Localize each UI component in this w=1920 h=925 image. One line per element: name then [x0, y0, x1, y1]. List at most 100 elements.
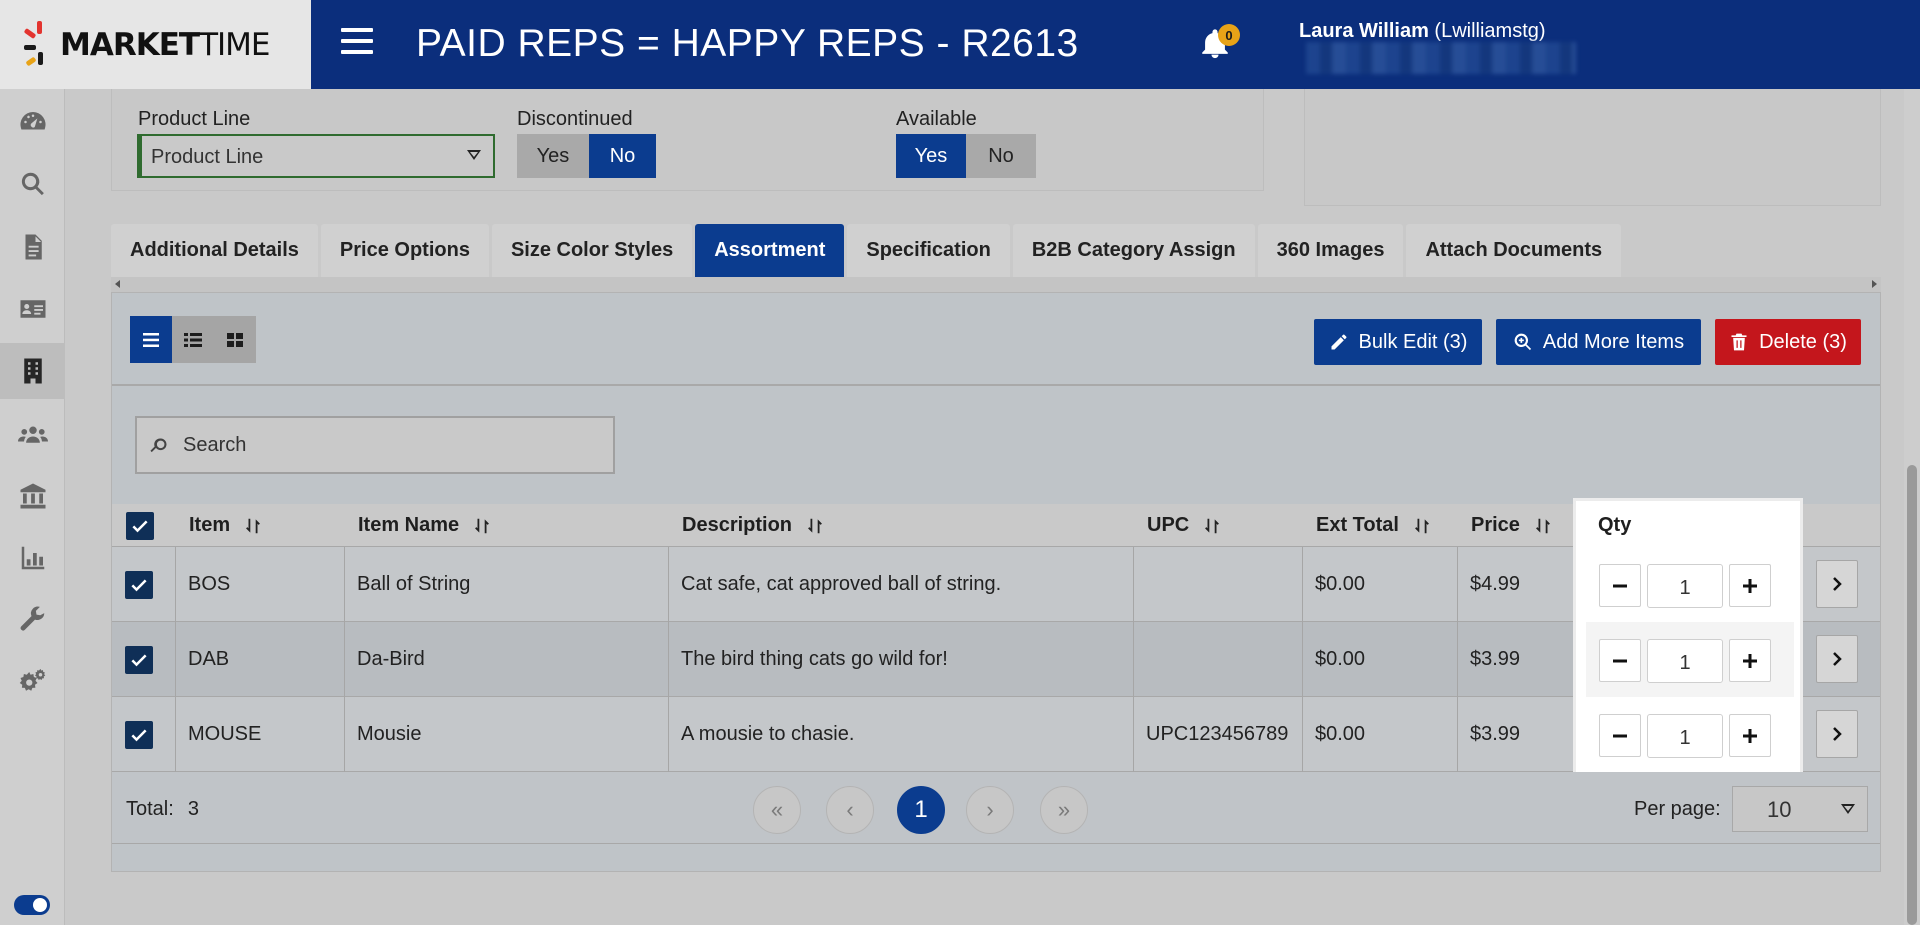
contact-card-icon: [20, 300, 45, 318]
row-checkbox[interactable]: [112, 697, 175, 772]
tab-assortment[interactable]: Assortment: [695, 224, 845, 277]
available-yes-button[interactable]: Yes: [896, 134, 966, 178]
chevron-right-icon: [1833, 577, 1842, 591]
logo[interactable]: MARKETTIME: [0, 0, 311, 89]
gears-icon: [19, 668, 45, 691]
qty-stepper: 1: [1586, 547, 1794, 622]
next-page-button[interactable]: ›: [966, 786, 1014, 834]
chart-icon: [21, 546, 44, 570]
sidebar-item-companies[interactable]: [0, 343, 65, 399]
view-mode-toggle: [130, 316, 256, 363]
tab-additional-details[interactable]: Additional Details: [111, 224, 318, 277]
qty-input[interactable]: 1: [1647, 714, 1723, 758]
row-checkbox[interactable]: [112, 622, 175, 697]
qty-input[interactable]: 1: [1647, 564, 1723, 608]
sidebar-item-contacts[interactable]: [0, 281, 65, 337]
sidebar-item-search[interactable]: [0, 156, 65, 212]
dashboard-icon: [19, 111, 46, 130]
pencil-icon: [1331, 334, 1347, 350]
sort-icon: [1205, 518, 1220, 533]
select-all-checkbox[interactable]: [126, 504, 154, 547]
sidebar-item-dashboard[interactable]: [0, 94, 65, 150]
cell-price: $3.99: [1457, 622, 1577, 697]
chevron-right-icon: [1833, 727, 1842, 741]
page-number-button[interactable]: 1: [897, 786, 945, 834]
dropdown-caret-icon: [1841, 804, 1855, 814]
qty-increment-button[interactable]: [1729, 639, 1771, 682]
sidebar-item-documents[interactable]: [0, 219, 65, 275]
grid-icon: [227, 332, 243, 347]
cell-item-name: Mousie: [344, 697, 668, 772]
sidebar-item-reports[interactable]: [0, 530, 65, 586]
cell-item-name: Da-Bird: [344, 622, 668, 697]
product-line-select[interactable]: Product Line: [137, 134, 495, 178]
per-page-label: Per page:: [1634, 798, 1721, 820]
bulk-edit-button[interactable]: Bulk Edit (3): [1314, 319, 1482, 365]
top-bar: PAID REPS = HAPPY REPS - R2613: [311, 0, 1920, 89]
side-card: [1304, 89, 1881, 206]
tab-price-options[interactable]: Price Options: [320, 224, 489, 277]
first-page-button[interactable]: «: [753, 786, 801, 834]
row-detail-button[interactable]: [1816, 710, 1858, 758]
scrollbar-thumb[interactable]: [1907, 465, 1917, 925]
cell-ext-total: $0.00: [1302, 697, 1457, 772]
tab-b2b-category-assign[interactable]: B2B Category Assign: [1012, 224, 1255, 277]
per-page-select[interactable]: 10: [1732, 786, 1868, 832]
column-price[interactable]: Price: [1471, 504, 1552, 547]
cell-item: MOUSE: [175, 697, 344, 772]
user-info-redacted: [1306, 42, 1576, 74]
qty-input[interactable]: 1: [1647, 639, 1723, 683]
delete-button[interactable]: Delete (3): [1715, 319, 1861, 365]
discontinued-label: Discontinued: [517, 108, 633, 130]
sort-icon: [808, 518, 822, 533]
discontinued-no-button[interactable]: No: [589, 134, 656, 178]
grid-view-button[interactable]: [214, 316, 256, 363]
row-detail-button[interactable]: [1816, 560, 1858, 608]
notification-badge: 0: [1218, 24, 1240, 46]
last-page-button[interactable]: »: [1040, 786, 1088, 834]
cell-price: $4.99: [1457, 547, 1577, 622]
detail-list-view-button[interactable]: [172, 316, 214, 363]
qty-decrement-button[interactable]: [1599, 714, 1641, 757]
tab-specification[interactable]: Specification: [847, 224, 1010, 277]
theme-toggle[interactable]: [14, 895, 50, 915]
sidebar-item-bank[interactable]: [0, 468, 65, 524]
sidebar: [0, 89, 65, 925]
tab-bar: Additional Details Price Options Size Co…: [111, 224, 1622, 277]
sidebar-item-users[interactable]: [0, 406, 65, 462]
column-item-name[interactable]: Item Name: [358, 504, 491, 547]
scroll-right-icon[interactable]: [1872, 280, 1877, 288]
qty-decrement-button[interactable]: [1599, 639, 1641, 682]
discontinued-yes-button[interactable]: Yes: [517, 134, 589, 178]
prev-page-button[interactable]: ‹: [826, 786, 874, 834]
column-ext-total[interactable]: Ext Total: [1316, 504, 1431, 547]
qty-increment-button[interactable]: [1729, 564, 1771, 607]
row-checkbox[interactable]: [112, 547, 175, 622]
add-more-items-button[interactable]: Add More Items: [1496, 319, 1701, 365]
scroll-left-icon[interactable]: [115, 280, 120, 288]
search-box: [135, 416, 615, 474]
column-description[interactable]: Description: [682, 504, 824, 547]
sidebar-item-tools[interactable]: [0, 592, 65, 648]
cell-price: $3.99: [1457, 697, 1577, 772]
minus-icon: [1613, 659, 1627, 662]
sidebar-item-settings[interactable]: [0, 654, 65, 710]
tab-360-images[interactable]: 360 Images: [1257, 224, 1404, 277]
users-icon: [17, 426, 48, 443]
column-item[interactable]: Item: [189, 504, 262, 547]
hamburger-menu-icon[interactable]: [341, 28, 373, 58]
available-no-button[interactable]: No: [966, 134, 1036, 178]
tab-size-color-styles[interactable]: Size Color Styles: [491, 224, 693, 277]
total-count: Total: 3: [126, 798, 199, 820]
list-view-button[interactable]: [130, 316, 172, 363]
column-upc[interactable]: UPC: [1147, 504, 1221, 547]
user-name[interactable]: Laura William (Lwilliamstg): [1299, 20, 1546, 43]
qty-decrement-button[interactable]: [1599, 564, 1641, 607]
search-input[interactable]: [183, 418, 603, 472]
tab-attach-documents[interactable]: Attach Documents: [1406, 224, 1622, 277]
row-detail-button[interactable]: [1816, 635, 1858, 683]
minus-icon: [1613, 734, 1627, 737]
sort-icon: [1415, 518, 1429, 533]
cell-item-name: Ball of String: [344, 547, 668, 622]
qty-increment-button[interactable]: [1729, 714, 1771, 757]
